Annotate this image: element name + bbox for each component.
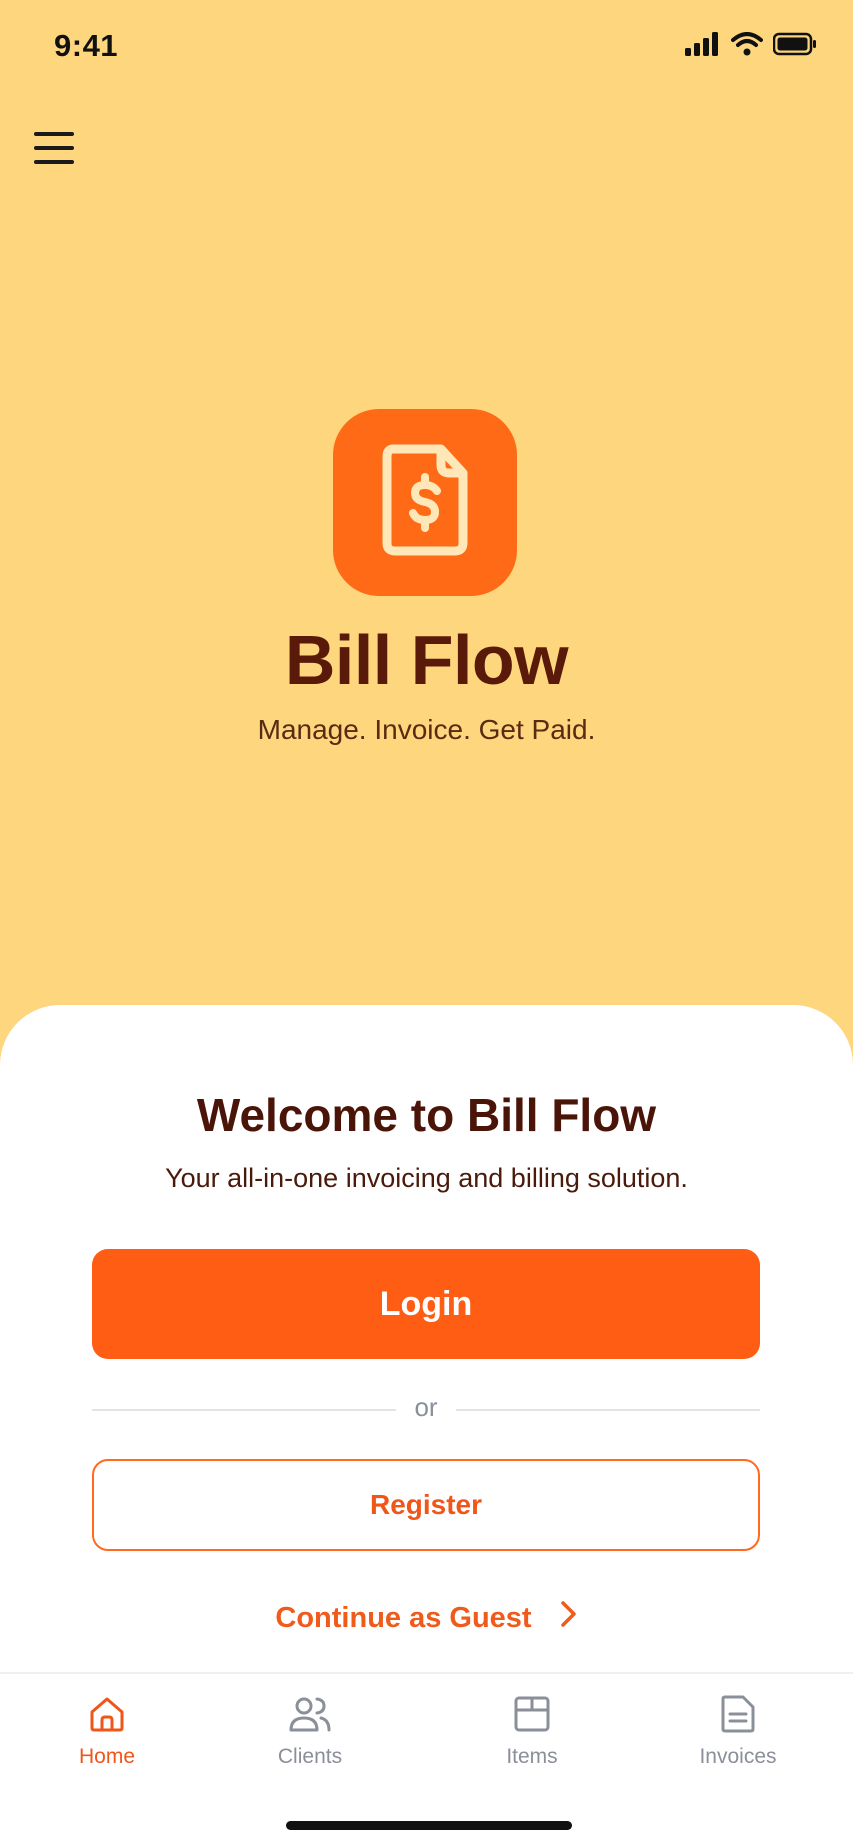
nav-item-invoices[interactable]: Invoices	[658, 1694, 818, 1769]
nav-item-home[interactable]: Home	[27, 1694, 187, 1769]
nav-item-clients[interactable]: Clients	[230, 1694, 390, 1769]
divider-text: or	[414, 1392, 438, 1422]
divider-line-left	[92, 1409, 396, 1411]
continue-as-guest-link[interactable]: Continue as Guest	[0, 1600, 853, 1636]
register-button[interactable]: Register	[92, 1459, 760, 1551]
chevron-right-icon	[560, 1600, 578, 1636]
app-tagline: Manage. Invoice. Get Paid.	[257, 714, 596, 745]
nav-label-clients: Clients	[277, 1745, 343, 1768]
home-indicator	[286, 1821, 572, 1830]
app-logo	[333, 409, 517, 596]
status-time: 9:41	[54, 28, 119, 63]
users-icon	[288, 1694, 332, 1739]
document-icon	[720, 1694, 756, 1739]
welcome-subtitle: Your all-in-one invoicing and billing so…	[165, 1163, 688, 1193]
status-bar: 9:41	[0, 0, 853, 100]
nav-label-items: Items	[506, 1745, 558, 1768]
nav-label-home: Home	[78, 1745, 136, 1768]
bottom-nav: Home Clients Items Invoices	[0, 1672, 853, 1844]
nav-label-invoices: Invoices	[699, 1745, 777, 1768]
home-icon	[87, 1694, 127, 1739]
hamburger-menu-icon	[30, 132, 78, 174]
nav-item-items[interactable]: Items	[452, 1694, 612, 1769]
signal-icon	[685, 32, 721, 61]
divider-line-right	[456, 1409, 760, 1411]
battery-icon	[772, 32, 817, 61]
login-button[interactable]: Login	[92, 1249, 760, 1359]
guest-link-label: Continue as Guest	[275, 1601, 532, 1634]
welcome-title: Welcome to Bill Flow	[196, 1089, 657, 1141]
app-name: Bill Flow	[284, 621, 569, 699]
status-icons	[685, 32, 817, 61]
menu-button[interactable]	[30, 126, 78, 170]
box-icon	[512, 1694, 552, 1739]
invoice-dollar-icon	[365, 435, 485, 570]
wifi-icon	[731, 32, 763, 61]
